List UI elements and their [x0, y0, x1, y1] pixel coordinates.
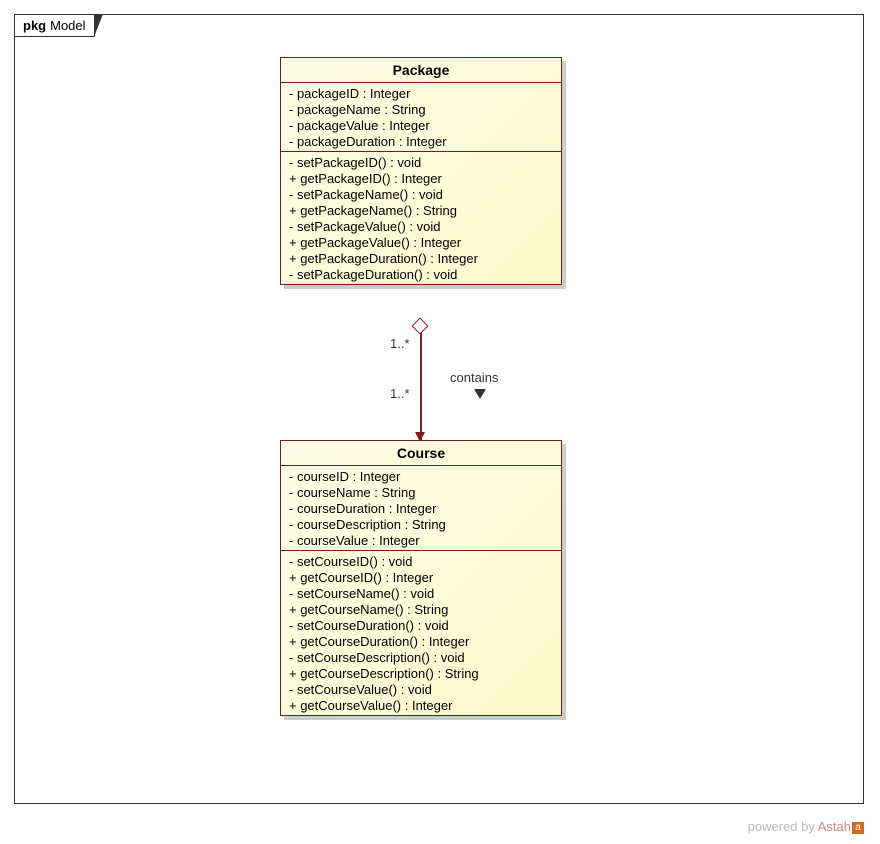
- frame-name: Model: [50, 18, 85, 33]
- operation: - setCourseDuration() : void: [289, 617, 553, 633]
- operation: - setPackageDuration() : void: [289, 266, 553, 282]
- attribute: - courseDuration : Integer: [289, 500, 553, 516]
- operation: + getPackageValue() : Integer: [289, 234, 553, 250]
- operation: - setCourseDescription() : void: [289, 649, 553, 665]
- attribute: - packageID : Integer: [289, 85, 553, 101]
- operation: - setCourseID() : void: [289, 553, 553, 569]
- direction-triangle-icon: [474, 389, 486, 399]
- operations-section: - setPackageID() : void + getPackageID()…: [281, 152, 561, 284]
- multiplicity-bottom: 1..*: [390, 386, 410, 401]
- operation: - setCourseValue() : void: [289, 681, 553, 697]
- attributes-section: - courseID : Integer - courseName : Stri…: [281, 466, 561, 551]
- attributes-section: - packageID : Integer - packageName : St…: [281, 83, 561, 152]
- frame-label: pkg Model: [14, 14, 95, 37]
- operation: + getPackageID() : Integer: [289, 170, 553, 186]
- class-course: Course - courseID : Integer - courseName…: [280, 440, 562, 716]
- operation: + getCourseValue() : Integer: [289, 697, 553, 713]
- footer-brand: Astah: [818, 819, 851, 834]
- class-title: Package: [281, 58, 561, 83]
- class-title: Course: [281, 441, 561, 466]
- frame-prefix: pkg: [23, 18, 46, 33]
- attribute: - courseID : Integer: [289, 468, 553, 484]
- operations-section: - setCourseID() : void + getCourseID() :…: [281, 551, 561, 715]
- footer: powered by Astaha: [748, 819, 864, 834]
- operation: + getPackageName() : String: [289, 202, 553, 218]
- attribute: - packageDuration : Integer: [289, 133, 553, 149]
- footer-brand-icon: a: [852, 822, 864, 834]
- class-package: Package - packageID : Integer - packageN…: [280, 57, 562, 285]
- attribute: - courseDescription : String: [289, 516, 553, 532]
- footer-text: powered by: [748, 819, 818, 834]
- association-name: contains: [450, 370, 498, 385]
- association-line: [420, 326, 422, 440]
- multiplicity-top: 1..*: [390, 336, 410, 351]
- operation: - setPackageID() : void: [289, 154, 553, 170]
- operation: - setPackageName() : void: [289, 186, 553, 202]
- operation: - setPackageValue() : void: [289, 218, 553, 234]
- operation: - setCourseName() : void: [289, 585, 553, 601]
- operation: + getPackageDuration() : Integer: [289, 250, 553, 266]
- operation: + getCourseDescription() : String: [289, 665, 553, 681]
- operation: + getCourseID() : Integer: [289, 569, 553, 585]
- operation: + getCourseDuration() : Integer: [289, 633, 553, 649]
- attribute: - packageValue : Integer: [289, 117, 553, 133]
- attribute: - courseName : String: [289, 484, 553, 500]
- attribute: - courseValue : Integer: [289, 532, 553, 548]
- attribute: - packageName : String: [289, 101, 553, 117]
- operation: + getCourseName() : String: [289, 601, 553, 617]
